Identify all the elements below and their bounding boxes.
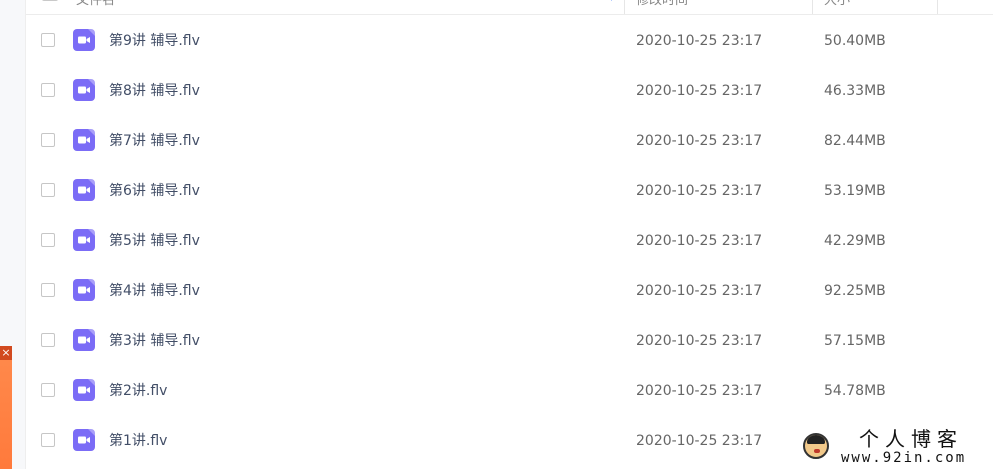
- file-name[interactable]: 第2讲.flv: [109, 381, 167, 401]
- file-name[interactable]: 第9讲 辅导.flv: [109, 31, 200, 51]
- file-modified: 2020-10-25 23:17: [636, 433, 763, 449]
- file-modified: 2020-10-25 23:17: [636, 133, 763, 149]
- table-row[interactable]: 第5讲 辅导.flv 2020-10-25 23:17 42.29MB: [26, 216, 993, 266]
- file-size: 50.40MB: [824, 33, 886, 49]
- watermark-title: 个人博客: [859, 427, 963, 451]
- file-modified: 2020-10-25 23:17: [636, 383, 763, 399]
- file-size: 92.25MB: [824, 283, 886, 299]
- row-checkbox[interactable]: [41, 183, 55, 197]
- row-checkbox[interactable]: [41, 383, 55, 397]
- file-name[interactable]: 第4讲 辅导.flv: [109, 281, 200, 301]
- video-file-icon: [73, 429, 95, 451]
- watermark: 个人博客 www.92in.com: [797, 425, 993, 469]
- video-file-icon: [73, 29, 95, 51]
- table-row[interactable]: 第2讲.flv 2020-10-25 23:17 54.78MB: [26, 366, 993, 416]
- select-all-checkbox[interactable]: [42, 0, 58, 1]
- file-name[interactable]: 第1讲.flv: [109, 431, 167, 451]
- header-name[interactable]: 文件名: [76, 0, 115, 14]
- table-row[interactable]: 第8讲 辅导.flv 2020-10-25 23:17 46.33MB: [26, 66, 993, 116]
- avatar: [803, 433, 829, 459]
- row-checkbox[interactable]: [41, 333, 55, 347]
- file-name[interactable]: 第5讲 辅导.flv: [109, 231, 200, 251]
- column-divider[interactable]: [937, 0, 938, 14]
- row-checkbox[interactable]: [41, 433, 55, 447]
- video-file-icon: [73, 79, 95, 101]
- file-size: 53.19MB: [824, 183, 886, 199]
- file-list-header: 文件名 ▾ 修改时间 大小: [26, 0, 993, 15]
- video-file-icon: [73, 279, 95, 301]
- header-modified[interactable]: 修改时间: [636, 0, 688, 14]
- table-row[interactable]: 第6讲 辅导.flv 2020-10-25 23:17 53.19MB: [26, 166, 993, 216]
- close-icon[interactable]: ×: [0, 346, 12, 360]
- chevron-down-icon[interactable]: ▾: [609, 0, 614, 6]
- file-modified: 2020-10-25 23:17: [636, 183, 763, 199]
- table-row[interactable]: 第3讲 辅导.flv 2020-10-25 23:17 57.15MB: [26, 316, 993, 366]
- file-modified: 2020-10-25 23:17: [636, 283, 763, 299]
- column-divider[interactable]: [624, 0, 625, 14]
- file-size: 54.78MB: [824, 383, 886, 399]
- table-row[interactable]: 第4讲 辅导.flv 2020-10-25 23:17 92.25MB: [26, 266, 993, 316]
- video-file-icon: [73, 379, 95, 401]
- file-modified: 2020-10-25 23:17: [636, 333, 763, 349]
- file-list: 文件名 ▾ 修改时间 大小 第9讲 辅导.flv 2020-10-25 23:17…: [26, 0, 993, 469]
- row-checkbox[interactable]: [41, 33, 55, 47]
- row-checkbox[interactable]: [41, 283, 55, 297]
- file-modified: 2020-10-25 23:17: [636, 83, 763, 99]
- header-size[interactable]: 大小: [824, 0, 850, 14]
- row-checkbox[interactable]: [41, 133, 55, 147]
- file-modified: 2020-10-25 23:17: [636, 33, 763, 49]
- file-name[interactable]: 第3讲 辅导.flv: [109, 331, 200, 351]
- file-size: 46.33MB: [824, 83, 886, 99]
- video-file-icon: [73, 179, 95, 201]
- file-name[interactable]: 第7讲 辅导.flv: [109, 131, 200, 151]
- video-file-icon: [73, 129, 95, 151]
- file-size: 57.15MB: [824, 333, 886, 349]
- side-promo-tab[interactable]: [0, 346, 12, 469]
- row-checkbox[interactable]: [41, 83, 55, 97]
- table-row[interactable]: 第7讲 辅导.flv 2020-10-25 23:17 82.44MB: [26, 116, 993, 166]
- column-divider[interactable]: [812, 0, 813, 14]
- file-size: 42.29MB: [824, 233, 886, 249]
- file-modified: 2020-10-25 23:17: [636, 233, 763, 249]
- row-checkbox[interactable]: [41, 233, 55, 247]
- video-file-icon: [73, 329, 95, 351]
- video-file-icon: [73, 229, 95, 251]
- table-row[interactable]: 第9讲 辅导.flv 2020-10-25 23:17 50.40MB: [26, 16, 993, 66]
- file-name[interactable]: 第6讲 辅导.flv: [109, 181, 200, 201]
- file-size: 82.44MB: [824, 133, 886, 149]
- watermark-url: www.92in.com: [841, 450, 967, 466]
- file-name[interactable]: 第8讲 辅导.flv: [109, 81, 200, 101]
